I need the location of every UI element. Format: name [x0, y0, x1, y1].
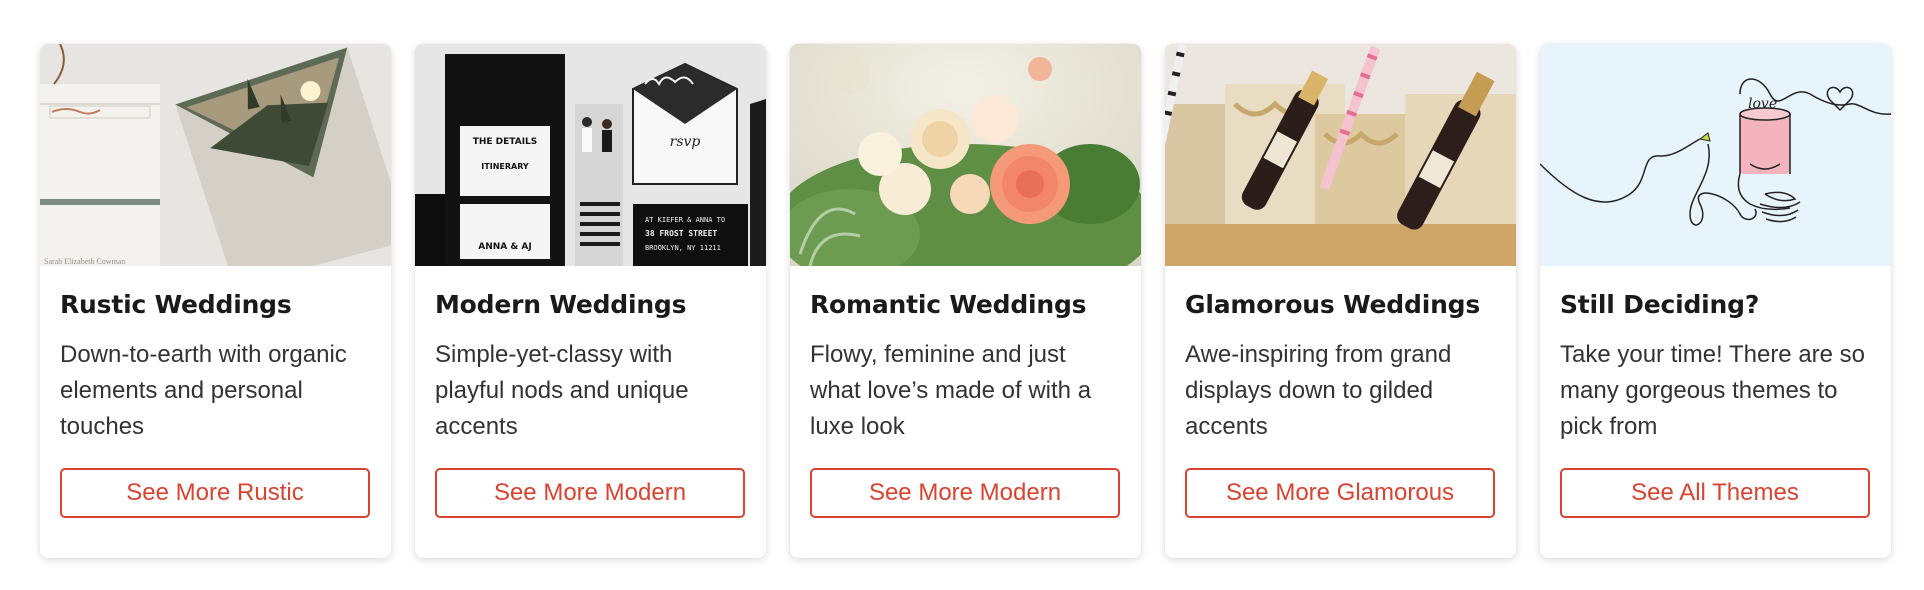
- card-body: Modern Weddings Simple-yet-classy with p…: [415, 266, 766, 518]
- names-text: ANNA & AJ: [478, 242, 531, 252]
- romantic-flowers-photo[interactable]: [790, 44, 1141, 266]
- itinerary-text: ITINERARY: [481, 162, 529, 171]
- line-art-cake-illustration[interactable]: love: [1540, 44, 1891, 266]
- address-line3: BROOKLYN, NY 11211: [645, 244, 721, 252]
- card-description: Take your time! There are so many gorgeo…: [1560, 341, 1866, 440]
- card-title: Romantic Weddings: [810, 290, 1087, 319]
- card-title: Still Deciding?: [1560, 290, 1760, 319]
- details-text: THE DETAILS: [473, 137, 538, 147]
- card-description: Awe-inspiring from grand displays down t…: [1185, 341, 1452, 440]
- card-body: Still Deciding? Take your time! There ar…: [1540, 266, 1891, 518]
- card-description: Flowy, feminine and just what love’s mad…: [810, 341, 1092, 440]
- invitation-text: Sarah Elizabeth Cowman: [44, 257, 125, 266]
- see-more-modern-button[interactable]: See More Modern: [810, 468, 1120, 518]
- card-description: Down-to-earth with organic elements and …: [60, 341, 347, 440]
- theme-card-modern[interactable]: THE DETAILS ITINERARY ANNA & AJ rsvp AT …: [415, 44, 766, 558]
- card-body: Romantic Weddings Flowy, feminine and ju…: [790, 266, 1141, 518]
- address-line2: 38 FROST STREET: [645, 229, 717, 238]
- see-more-modern-button[interactable]: See More Modern: [435, 468, 745, 518]
- card-body: Rustic Weddings Down-to-earth with organ…: [40, 266, 391, 518]
- card-description: Simple-yet-classy with playful nods and …: [435, 341, 689, 440]
- rustic-invitation-photo[interactable]: Sarah Elizabeth Cowman: [40, 44, 391, 266]
- see-more-rustic-button[interactable]: See More Rustic: [60, 468, 370, 518]
- card-body: Glamorous Weddings Awe-inspiring from gr…: [1165, 266, 1516, 518]
- card-title: Glamorous Weddings: [1185, 290, 1481, 319]
- see-all-themes-button[interactable]: See All Themes: [1560, 468, 1870, 518]
- theme-card-romantic[interactable]: Romantic Weddings Flowy, feminine and ju…: [790, 44, 1141, 558]
- modern-stationery-photo[interactable]: THE DETAILS ITINERARY ANNA & AJ rsvp AT …: [415, 44, 766, 266]
- address-line1: AT KIEFER & ANNA TO: [645, 216, 725, 224]
- theme-card-still-deciding[interactable]: love Still Deciding? Take your time! The…: [1540, 44, 1891, 558]
- rsvp-text: rsvp: [670, 134, 701, 150]
- card-title: Rustic Weddings: [60, 290, 292, 319]
- theme-card-rustic[interactable]: Sarah Elizabeth Cowman Rustic Weddings D…: [40, 44, 391, 558]
- glamorous-champagne-photo[interactable]: [1165, 44, 1516, 266]
- theme-card-row: Sarah Elizabeth Cowman Rustic Weddings D…: [40, 44, 1891, 558]
- card-title: Modern Weddings: [435, 290, 687, 319]
- theme-card-glamorous[interactable]: Glamorous Weddings Awe-inspiring from gr…: [1165, 44, 1516, 558]
- see-more-glamorous-button[interactable]: See More Glamorous: [1185, 468, 1495, 518]
